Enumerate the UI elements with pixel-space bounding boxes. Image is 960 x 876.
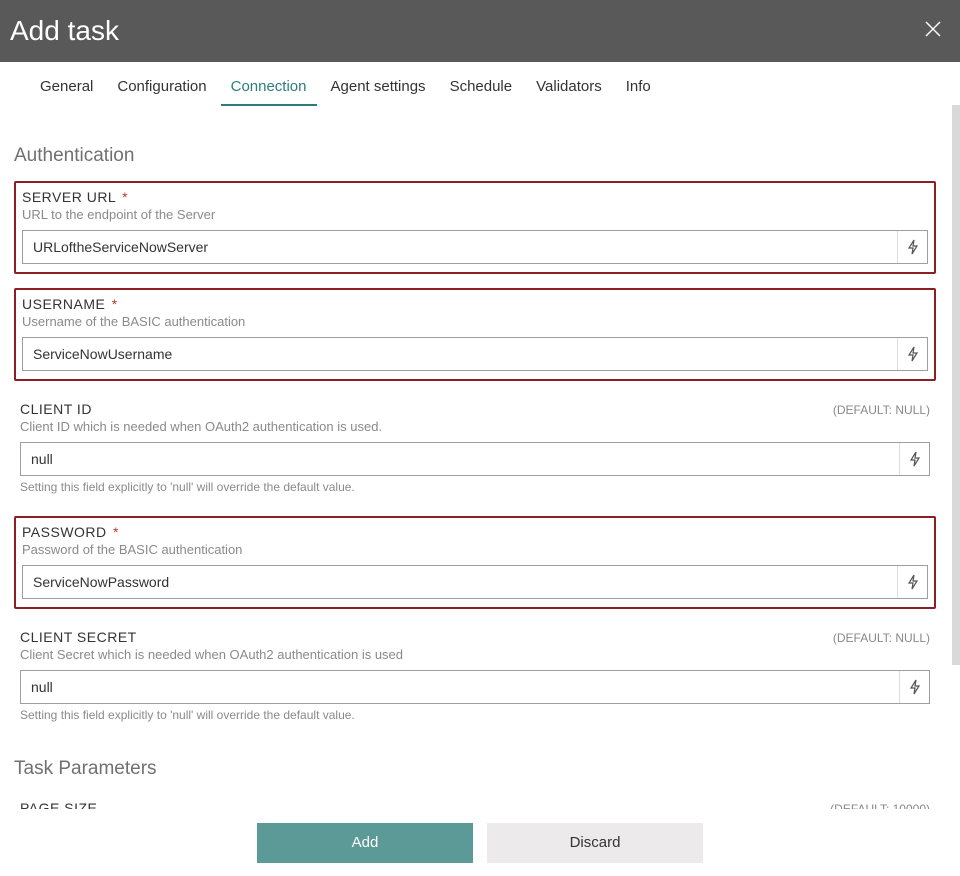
label-client-secret: CLIENT SECRET	[20, 629, 137, 645]
bolt-icon	[906, 574, 920, 590]
tab-schedule[interactable]: Schedule	[438, 70, 525, 105]
desc-client-secret: Client Secret which is needed when OAuth…	[20, 647, 930, 662]
tab-bar: General Configuration Connection Agent s…	[0, 62, 960, 105]
desc-password: Password of the BASIC authentication	[22, 542, 928, 557]
variable-picker-client-secret[interactable]	[899, 671, 929, 703]
input-username[interactable]	[23, 338, 897, 370]
bolt-icon	[908, 451, 922, 467]
note-client-id: Setting this field explicitly to 'null' …	[20, 480, 930, 494]
input-wrap-client-secret	[20, 670, 930, 704]
scrollbar-track	[952, 105, 960, 809]
section-authentication-title: Authentication	[14, 145, 936, 167]
input-wrap-client-id	[20, 442, 930, 476]
variable-picker-username[interactable]	[897, 338, 927, 370]
section-task-parameters-title: Task Parameters	[14, 758, 936, 780]
input-wrap-password	[22, 565, 928, 599]
modal-header: Add task	[0, 0, 960, 62]
tab-validators[interactable]: Validators	[524, 70, 614, 105]
label-page-size: PAGE SIZE	[20, 800, 97, 809]
input-wrap-server-url	[22, 230, 928, 264]
field-password: PASSWORD * Password of the BASIC authent…	[14, 516, 936, 609]
bolt-icon	[906, 346, 920, 362]
variable-picker-server-url[interactable]	[897, 231, 927, 263]
bolt-icon	[908, 679, 922, 695]
input-server-url[interactable]	[23, 231, 897, 263]
discard-button[interactable]: Discard	[487, 823, 703, 863]
tab-agent-settings[interactable]: Agent settings	[319, 70, 438, 105]
tab-connection[interactable]: Connection	[219, 70, 319, 105]
input-client-secret[interactable]	[21, 671, 899, 703]
default-page-size: (DEFAULT: 10000)	[830, 802, 930, 809]
input-wrap-username	[22, 337, 928, 371]
input-password[interactable]	[23, 566, 897, 598]
field-client-id: CLIENT ID (DEFAULT: NULL) Client ID whic…	[14, 395, 936, 502]
scrollbar-thumb[interactable]	[952, 105, 960, 665]
label-server-url: SERVER URL *	[22, 189, 128, 205]
close-button[interactable]	[920, 16, 946, 47]
desc-username: Username of the BASIC authentication	[22, 314, 928, 329]
desc-client-id: Client ID which is needed when OAuth2 au…	[20, 419, 930, 434]
form-body[interactable]: Authentication SERVER URL * URL to the e…	[0, 105, 960, 809]
modal-title: Add task	[10, 15, 119, 47]
field-server-url: SERVER URL * URL to the endpoint of the …	[14, 181, 936, 274]
close-icon	[924, 20, 942, 38]
bolt-icon	[906, 239, 920, 255]
default-client-secret: (DEFAULT: NULL)	[833, 631, 930, 645]
tab-configuration[interactable]: Configuration	[105, 70, 218, 105]
label-username: USERNAME *	[22, 296, 118, 312]
field-username: USERNAME * Username of the BASIC authent…	[14, 288, 936, 381]
desc-server-url: URL to the endpoint of the Server	[22, 207, 928, 222]
modal-footer: Add Discard	[0, 809, 960, 876]
tab-info[interactable]: Info	[614, 70, 663, 105]
label-client-id: CLIENT ID	[20, 401, 92, 417]
input-client-id[interactable]	[21, 443, 899, 475]
variable-picker-client-id[interactable]	[899, 443, 929, 475]
default-client-id: (DEFAULT: NULL)	[833, 403, 930, 417]
add-button[interactable]: Add	[257, 823, 473, 863]
field-client-secret: CLIENT SECRET (DEFAULT: NULL) Client Sec…	[14, 623, 936, 730]
field-page-size: PAGE SIZE (DEFAULT: 10000) Set the page …	[14, 794, 936, 809]
tab-general[interactable]: General	[28, 70, 105, 105]
variable-picker-password[interactable]	[897, 566, 927, 598]
note-client-secret: Setting this field explicitly to 'null' …	[20, 708, 930, 722]
label-password: PASSWORD *	[22, 524, 119, 540]
